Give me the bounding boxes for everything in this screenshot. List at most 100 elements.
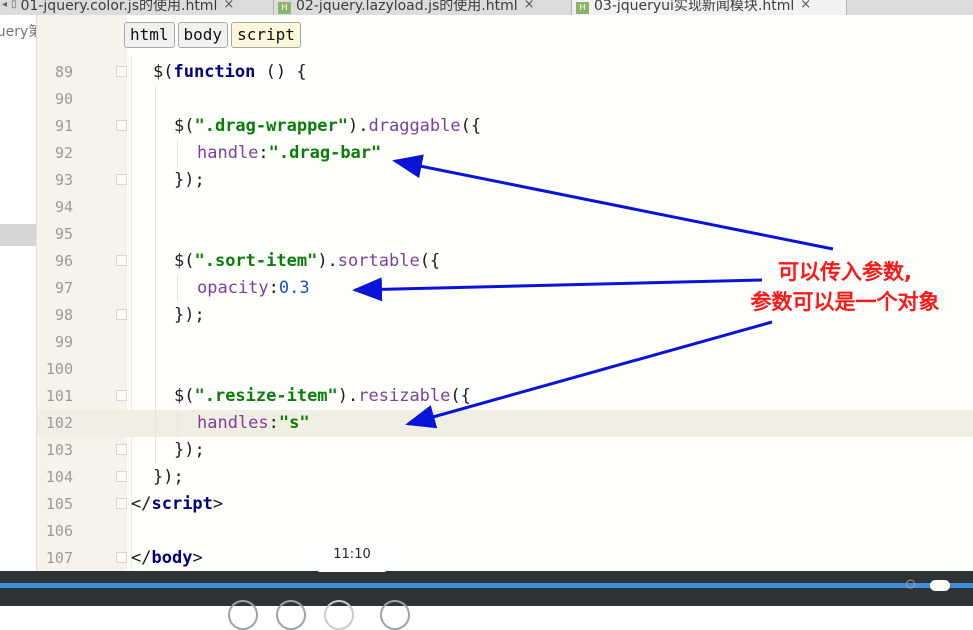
code-tag: script — [151, 494, 213, 514]
fold-marker-icon[interactable] — [116, 498, 127, 509]
line-number: 93 — [54, 171, 73, 189]
forward-button[interactable] — [380, 600, 410, 630]
breadcrumb-body[interactable]: body — [177, 22, 229, 48]
line-number: 96 — [54, 252, 73, 270]
annotation-line-2: 参数可以是一个对象 — [750, 290, 940, 314]
indent-guide — [155, 86, 156, 113]
annotation-note: 可以传入参数, 参数可以是一个对象 — [700, 257, 973, 317]
code-line[interactable]: 107 </body> — [37, 545, 973, 572]
fold-marker-icon[interactable] — [116, 390, 127, 401]
tab-arrow-icon[interactable]: ◂ — [2, 0, 7, 10]
code-token: : — [268, 278, 279, 298]
line-number: 91 — [54, 117, 73, 135]
code-string: ".sort-item" — [194, 251, 318, 271]
code-token: > — [192, 548, 203, 568]
code-line[interactable]: 91 $(".drag-wrapper").draggable({ — [37, 113, 973, 140]
code-line[interactable]: 92 handle:".drag-bar" — [37, 140, 973, 167]
code-line[interactable]: 103 }); — [37, 437, 973, 464]
close-icon[interactable]: × — [223, 0, 234, 12]
pause-button[interactable] — [324, 600, 354, 630]
indent-guide — [155, 329, 156, 356]
code-line[interactable]: 104 }); — [37, 464, 973, 491]
code-line[interactable]: 106 — [37, 518, 973, 545]
code-tag: body — [151, 548, 193, 568]
line-number: 95 — [54, 225, 73, 243]
code-token: : — [268, 413, 279, 433]
code-token: : — [258, 143, 269, 163]
code-token: $( — [174, 116, 195, 136]
breadcrumb-script[interactable]: script — [231, 22, 301, 48]
code-text: handles:"s" — [197, 410, 310, 437]
tab-jquery-color[interactable]: ◂ ▯ 01-jquery.color.js的使用.html × — [0, 0, 274, 15]
code-string: ".drag-bar" — [268, 143, 382, 163]
fold-marker-icon[interactable] — [116, 120, 127, 131]
code-token: ). — [317, 251, 338, 271]
fold-marker-icon[interactable] — [116, 471, 127, 482]
project-tree-selection[interactable] — [0, 224, 36, 246]
indent-guide — [155, 140, 156, 167]
line-number: 97 — [54, 279, 73, 297]
code-line[interactable]: 101 $(".resize-item").resizable({ — [37, 383, 973, 410]
code-string: ".resize-item" — [194, 386, 338, 406]
code-token: > — [212, 494, 224, 514]
indent-guide — [155, 437, 156, 464]
code-string: "s" — [278, 413, 310, 433]
fold-marker-icon[interactable] — [116, 174, 127, 185]
project-tree-item[interactable]: jquery第 — [0, 21, 36, 41]
code-line[interactable]: 105 </script> — [37, 491, 973, 518]
indent-guide — [155, 248, 156, 275]
fold-marker-icon[interactable] — [116, 444, 127, 455]
annotation-line-1: 可以传入参数, — [778, 260, 912, 284]
code-text: </script> — [131, 491, 223, 518]
indent-guide — [155, 302, 156, 329]
close-icon[interactable]: × — [800, 0, 811, 12]
indent-guide — [155, 275, 156, 302]
code-text: $(".resize-item").resizable({ — [174, 383, 471, 410]
code-token: $( — [174, 386, 195, 406]
fold-marker-icon[interactable] — [116, 552, 127, 563]
code-token: ({ — [419, 251, 441, 271]
indent-guide — [177, 275, 178, 302]
tab-divider: ▯ — [11, 0, 17, 10]
line-number: 103 — [45, 441, 73, 459]
html-file-icon: H — [576, 1, 589, 14]
code-line-current[interactable]: 102 handles:"s" — [37, 410, 973, 437]
tab-jqueryui-news[interactable]: H 03-jqueryui实现新闻模块.html × — [572, 0, 847, 15]
play-button[interactable] — [276, 600, 306, 630]
code-line[interactable]: 99 — [37, 329, 973, 356]
line-number: 106 — [45, 522, 73, 540]
volume-knob[interactable] — [930, 580, 950, 591]
line-number: 90 — [54, 90, 73, 108]
code-line[interactable]: 89 $(function () { — [37, 59, 973, 86]
search-icon[interactable]: ○ — [906, 575, 922, 591]
code-text: </body> — [131, 545, 203, 572]
breadcrumb-html[interactable]: html — [124, 22, 175, 48]
code-token: </ — [131, 494, 152, 514]
rewind-button[interactable] — [228, 600, 258, 630]
line-number: 102 — [45, 414, 73, 432]
code-method: draggable — [368, 116, 461, 136]
code-property: opacity — [197, 278, 269, 298]
code-keyword: function — [173, 62, 256, 82]
code-token: ). — [348, 116, 369, 136]
fold-marker-icon[interactable] — [116, 255, 127, 266]
code-line[interactable]: 95 — [37, 221, 973, 248]
video-progress-bar[interactable] — [0, 583, 973, 588]
indent-guide — [155, 356, 156, 383]
code-line[interactable]: 90 — [37, 86, 973, 113]
fold-marker-icon[interactable] — [116, 309, 127, 320]
code-line[interactable]: 100 — [37, 356, 973, 383]
code-line[interactable]: 94 — [37, 194, 973, 221]
code-text: $(".drag-wrapper").draggable({ — [174, 113, 481, 140]
code-text: }); — [174, 170, 205, 190]
code-line[interactable]: 93 }); — [37, 167, 973, 194]
code-method: resizable — [358, 386, 451, 406]
line-number: 92 — [54, 144, 73, 162]
video-time-tooltip: 11:10 — [318, 538, 386, 572]
close-icon[interactable]: × — [524, 0, 535, 12]
line-number: 99 — [54, 333, 73, 351]
tab-jquery-lazyload[interactable]: H 02-jquery.lazyload.js的使用.html × — [274, 0, 572, 15]
code-token: ({ — [460, 116, 482, 136]
fold-marker-icon[interactable] — [116, 66, 127, 77]
indent-guide — [177, 410, 178, 437]
